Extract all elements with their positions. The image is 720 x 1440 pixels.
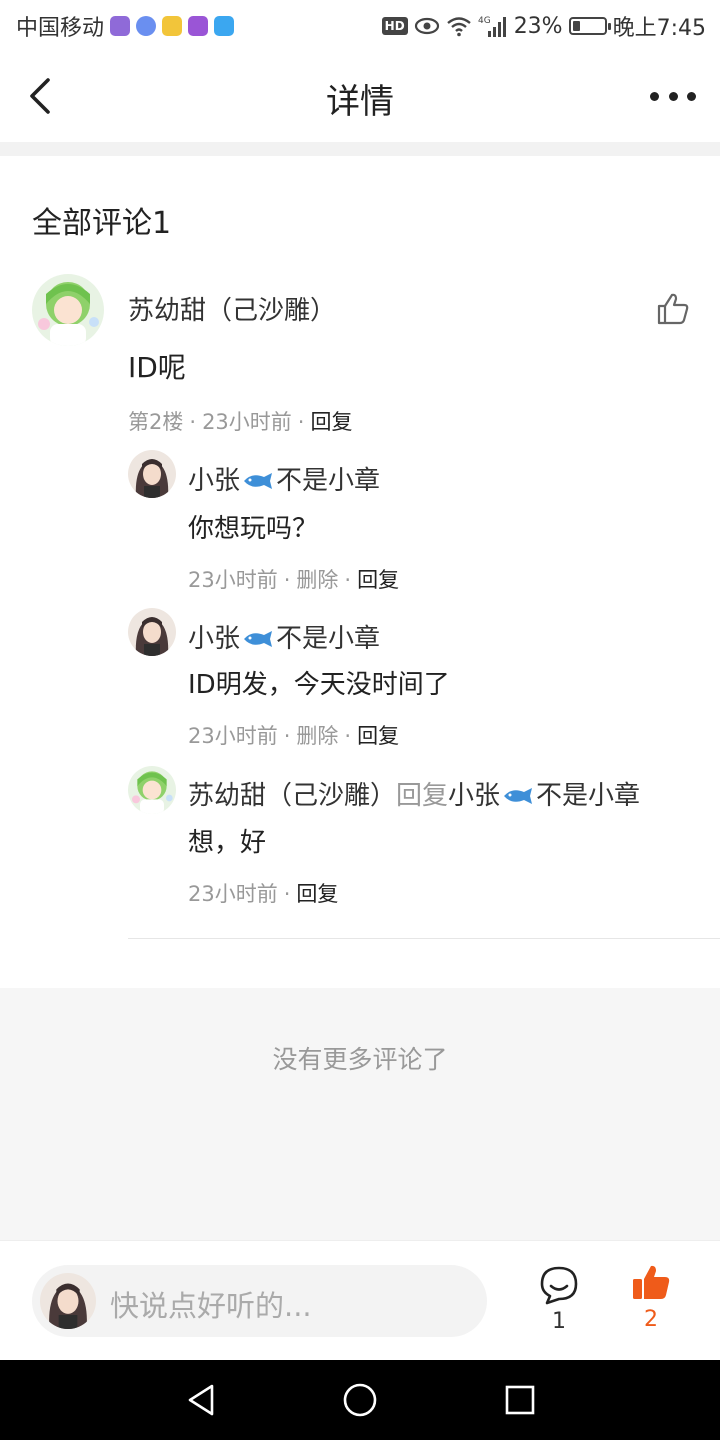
reply-1-text: 你想玩吗？ — [188, 514, 319, 544]
reply-3-reply-link[interactable]: 回复 — [296, 882, 338, 906]
main-comment-meta: 第2楼 · 23小时前 · 回复 — [128, 410, 353, 434]
fish-emoji-icon — [504, 788, 533, 804]
comment-floor: 第2楼 — [128, 410, 184, 434]
more-options-icon[interactable] — [650, 80, 696, 112]
comment-input[interactable]: 快说点好听的... — [32, 1265, 487, 1337]
reply-2-reply-link[interactable]: 回复 — [357, 724, 399, 748]
system-navigation-bar — [0, 1360, 720, 1440]
reply-3-time: 23小时前 — [188, 882, 278, 906]
reply-3-target[interactable]: 小张 不是小章 — [448, 781, 640, 811]
thread-divider — [128, 938, 720, 939]
reply-2-delete-link[interactable]: 删除 — [296, 724, 338, 748]
reply-2-time: 23小时前 — [188, 724, 278, 748]
page-title: 详情 — [326, 82, 394, 122]
thumbs-up-filled-icon — [633, 1265, 670, 1299]
carrier-name: 中国移动 — [16, 16, 105, 41]
comment-time: 23小时前 — [202, 410, 292, 434]
battery-fill — [572, 21, 580, 31]
comments-count: 1 — [552, 1309, 566, 1334]
reply-3-author[interactable]: 苏幼甜（己沙雕） — [188, 781, 396, 811]
app-notification-icon — [110, 16, 131, 36]
comments-button[interactable]: 1 — [536, 1265, 582, 1341]
reply-3-author-line: 苏幼甜（己沙雕）回复小张 不是小章 — [188, 775, 640, 812]
wifi-icon — [446, 17, 471, 37]
reply-3-reply-word: 回复 — [396, 781, 449, 811]
reply-2-text: ID明发，今天没时间了 — [188, 670, 450, 700]
shield-app-icon — [214, 16, 235, 36]
comment-bubble-icon — [540, 1266, 578, 1305]
fish-emoji-icon — [244, 473, 273, 489]
game-app-icon — [162, 16, 183, 36]
status-bar: 中国移动 HD 4G 23% 晚上7:45 — [0, 0, 720, 50]
reply-2-meta: 23小时前 · 删除 · 回复 — [188, 724, 400, 748]
comment-bottom-bar: 快说点好听的... 1 2 — [0, 1240, 720, 1360]
home-circle-icon[interactable] — [342, 1382, 378, 1418]
fish-emoji-icon — [244, 631, 273, 647]
signal-icon: 4G — [478, 16, 506, 37]
back-triangle-icon[interactable] — [184, 1382, 218, 1418]
battery-icon — [568, 17, 611, 35]
comments-count-title: 全部评论1 — [32, 206, 172, 241]
reply-2-author[interactable]: 小张 不是小章 — [188, 618, 380, 655]
list-end-area — [0, 988, 720, 1240]
comment-input-placeholder: 快说点好听的... — [110, 1289, 312, 1323]
reply-3-text: 想，好 — [188, 828, 267, 858]
main-comment-reply-link[interactable]: 回复 — [310, 410, 352, 434]
comment-like-icon[interactable] — [656, 292, 690, 326]
avatar-reply-author[interactable] — [128, 608, 176, 656]
reply-1-author[interactable]: 小张 不是小章 — [188, 460, 380, 497]
top-nav-bar: 详情 — [0, 50, 720, 142]
avatar-main-commenter[interactable] — [32, 274, 104, 346]
reply-3-meta: 23小时前 · 回复 — [188, 882, 339, 906]
my-avatar — [40, 1273, 96, 1329]
no-more-comments-label: 没有更多评论了 — [272, 1045, 448, 1074]
reply-1-time: 23小时前 — [188, 568, 278, 592]
main-comment-author[interactable]: 苏幼甜（己沙雕） — [128, 290, 336, 327]
clock: 晚上7:45 — [612, 16, 706, 41]
network-type-label: 4G — [478, 16, 491, 26]
reply-1-reply-link[interactable]: 回复 — [357, 568, 399, 592]
likes-count: 2 — [644, 1307, 658, 1332]
reply-1-meta: 23小时前 · 删除 · 回复 — [188, 568, 400, 592]
avatar-main-commenter[interactable] — [128, 766, 176, 814]
battery-percent: 23% — [513, 13, 563, 39]
hd-badge: HD — [381, 17, 408, 35]
like-button[interactable]: 2 — [628, 1263, 674, 1341]
eye-icon — [414, 17, 439, 35]
avatar-reply-author[interactable] — [128, 450, 176, 498]
section-separator — [0, 142, 720, 156]
recents-square-icon[interactable] — [504, 1382, 536, 1418]
music-app-icon — [136, 16, 157, 36]
chat-app-icon — [188, 16, 209, 36]
main-comment-text: ID呢 — [128, 351, 186, 384]
reply-1-delete-link[interactable]: 删除 — [296, 568, 338, 592]
